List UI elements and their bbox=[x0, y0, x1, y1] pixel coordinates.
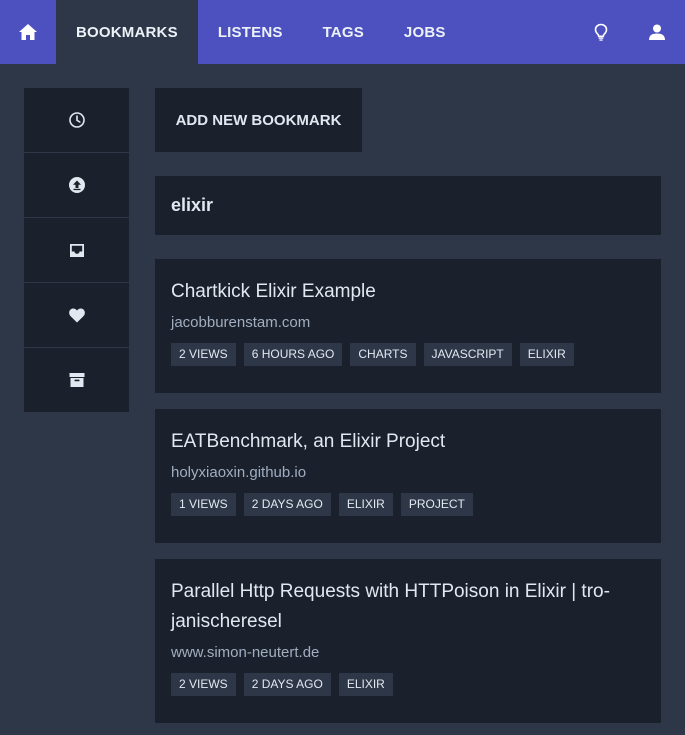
nav-listens[interactable]: LISTENS bbox=[198, 0, 303, 64]
clock-icon bbox=[68, 112, 85, 128]
home-button[interactable] bbox=[0, 0, 56, 64]
user-icon bbox=[649, 24, 665, 40]
upload-icon bbox=[68, 177, 85, 193]
bookmark-domain: www.simon-neutert.de bbox=[171, 644, 320, 661]
bookmark-card: Parallel Http Requests with HTTPoison in… bbox=[155, 559, 661, 723]
time-badge: 6 HOURS AGO bbox=[243, 343, 343, 366]
tag-chip[interactable]: ELIXIR bbox=[519, 343, 574, 366]
tag-list: 2 VIEWS 2 DAYS AGO ELIXIR bbox=[171, 673, 645, 696]
bookmark-domain: holyxiaoxin.github.io bbox=[171, 464, 307, 481]
nav-jobs[interactable]: JOBS bbox=[384, 0, 466, 64]
time-badge: 2 DAYS AGO bbox=[243, 673, 331, 696]
sidebar-item-archive[interactable] bbox=[24, 348, 129, 412]
heart-icon bbox=[68, 308, 85, 322]
home-icon bbox=[19, 24, 37, 40]
bookmark-domain: jacobburenstam.com bbox=[171, 314, 311, 331]
tag-list: 2 VIEWS 6 HOURS AGO CHARTS JAVASCRIPT EL… bbox=[171, 343, 645, 366]
tag-chip[interactable]: CHARTS bbox=[350, 343, 416, 366]
sidebar-item-favorites[interactable] bbox=[24, 283, 129, 348]
bookmark-title[interactable]: Chartkick Elixir Example bbox=[171, 259, 645, 307]
sidebar-item-recent[interactable] bbox=[24, 88, 129, 153]
add-bookmark-button[interactable]: ADD NEW BOOKMARK bbox=[155, 88, 362, 152]
user-menu-button[interactable] bbox=[629, 0, 685, 64]
bookmark-title[interactable]: EATBenchmark, an Elixir Project bbox=[171, 409, 645, 457]
tag-chip[interactable]: ELIXIR bbox=[338, 493, 393, 516]
search-input[interactable]: elixir bbox=[155, 176, 661, 235]
bookmark-title[interactable]: Parallel Http Requests with HTTPoison in… bbox=[171, 559, 631, 637]
views-badge: 2 VIEWS bbox=[171, 343, 236, 366]
inbox-icon bbox=[69, 244, 84, 257]
top-navbar: BOOKMARKS LISTENS TAGS JOBS bbox=[0, 0, 685, 64]
sidebar bbox=[24, 88, 129, 412]
sidebar-item-inbox[interactable] bbox=[24, 218, 129, 283]
sidebar-item-popular[interactable] bbox=[24, 153, 129, 218]
views-badge: 1 VIEWS bbox=[171, 493, 236, 516]
bookmark-card: Chartkick Elixir Example jacobburenstam.… bbox=[155, 259, 661, 393]
tag-chip[interactable]: JAVASCRIPT bbox=[423, 343, 512, 366]
theme-toggle-button[interactable] bbox=[573, 0, 629, 64]
archive-icon bbox=[69, 373, 84, 387]
views-badge: 2 VIEWS bbox=[171, 673, 236, 696]
nav-tags[interactable]: TAGS bbox=[303, 0, 384, 64]
tag-list: 1 VIEWS 2 DAYS AGO ELIXIR PROJECT bbox=[171, 493, 645, 516]
tag-chip[interactable]: PROJECT bbox=[400, 493, 473, 516]
time-badge: 2 DAYS AGO bbox=[243, 493, 331, 516]
bookmark-card: EATBenchmark, an Elixir Project holyxiao… bbox=[155, 409, 661, 543]
lightbulb-icon bbox=[594, 23, 608, 41]
tag-chip[interactable]: ELIXIR bbox=[338, 673, 393, 696]
nav-bookmarks[interactable]: BOOKMARKS bbox=[56, 0, 198, 64]
